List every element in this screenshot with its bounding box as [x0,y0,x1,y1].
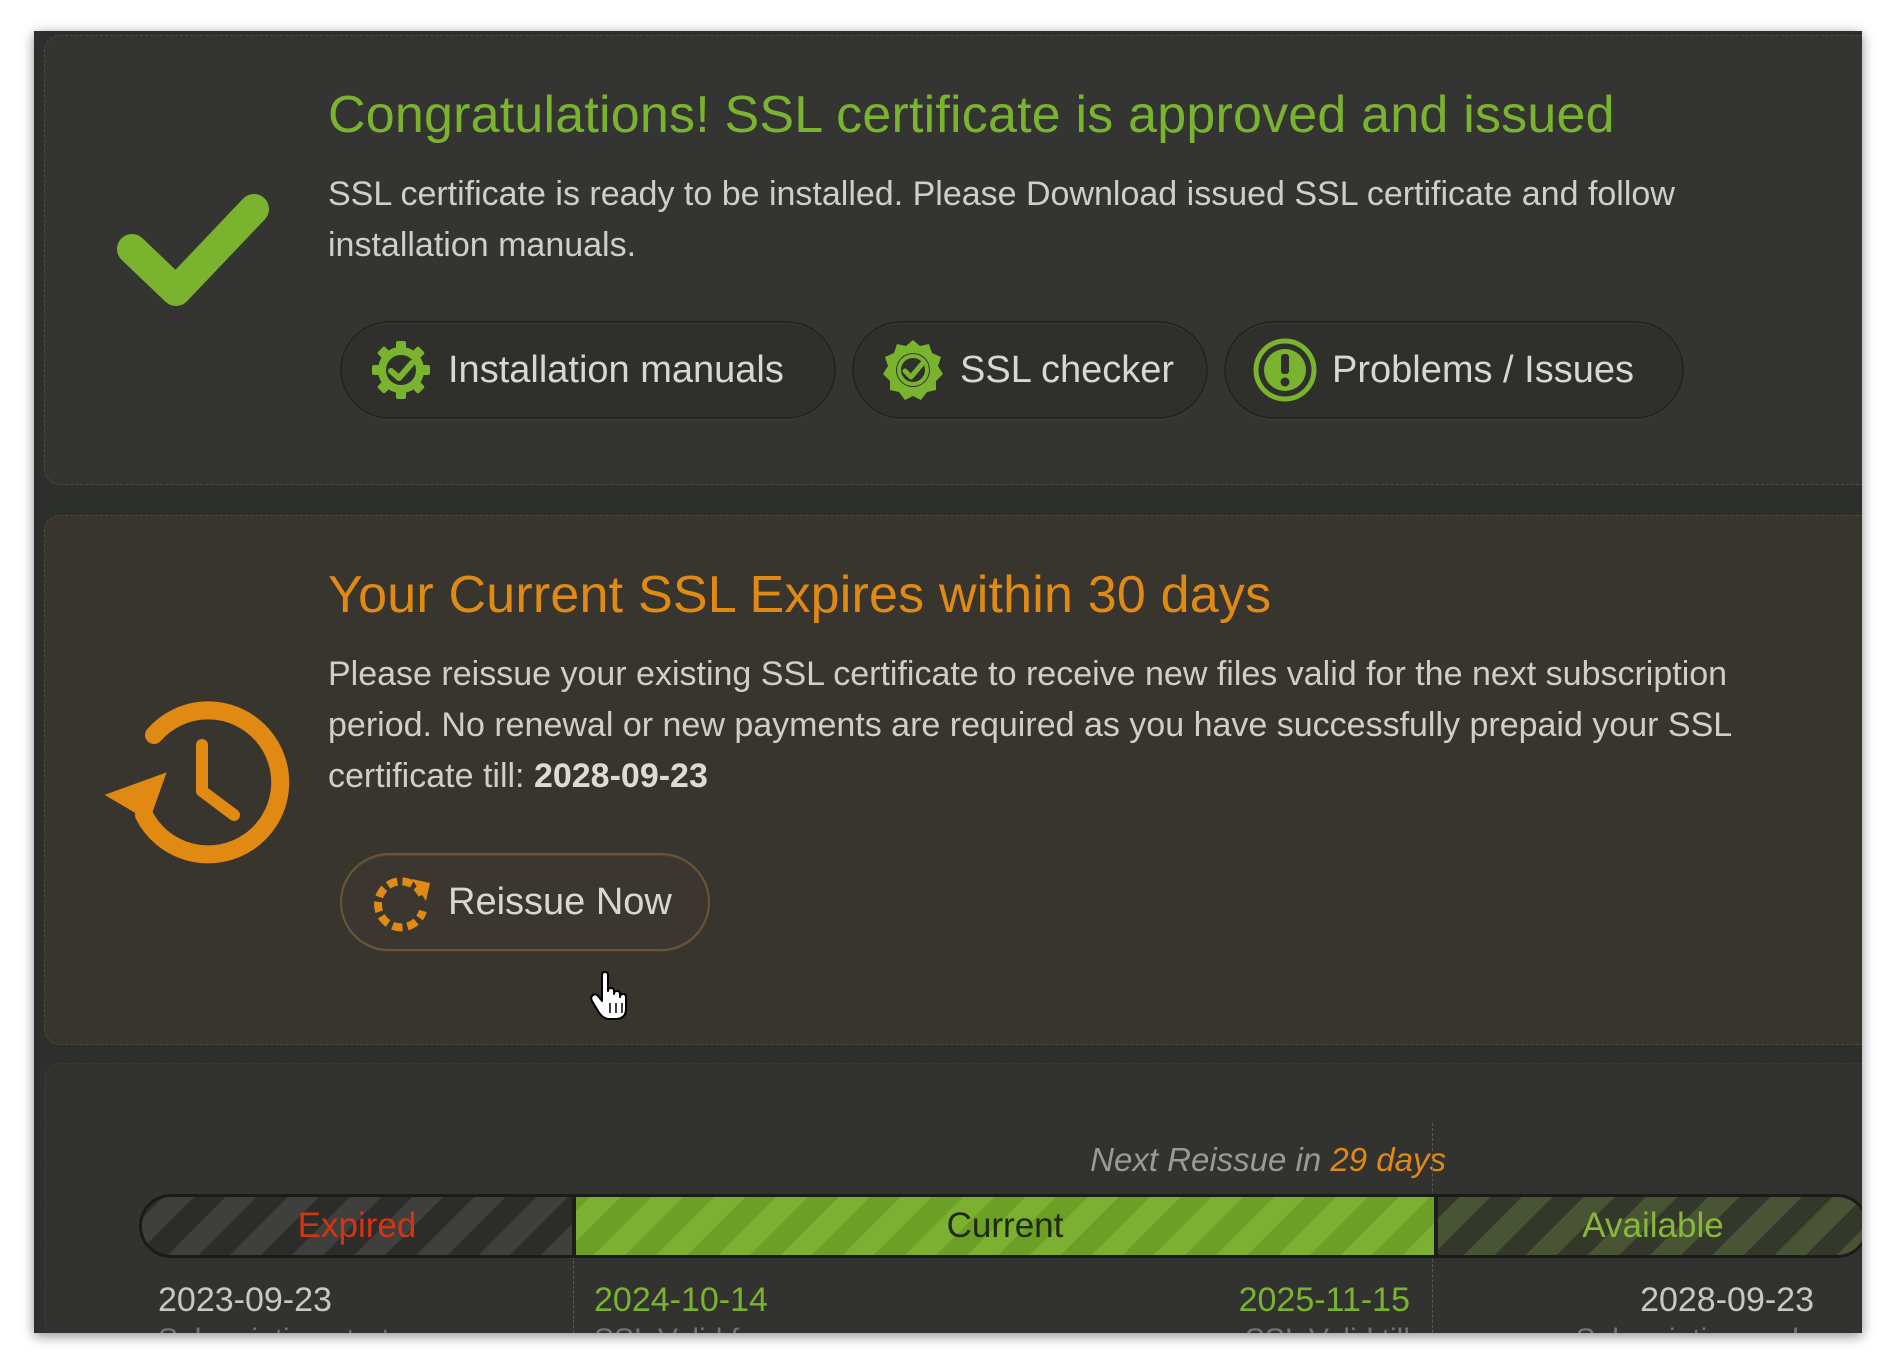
valid-from-label: SSL Valid from [594,1323,791,1333]
ssl-checker-label: SSL checker [960,348,1175,391]
prepaid-date: 2028-09-23 [533,757,708,795]
problems-issues-label: Problems / Issues [1332,348,1634,391]
valid-till-label: SSL Valid till [1245,1323,1410,1333]
current-label: Current [946,1206,1064,1245]
expiry-text: Please reissue your existing SSL certifi… [328,649,1828,802]
ssl-status-window: Congratulations! SSL certificate is appr… [34,31,1862,1333]
expired-label: Expired [297,1206,417,1245]
valid-till-date: 2025-11-15 [1238,1281,1410,1319]
subscription-end-label: Subscription ends [1576,1323,1814,1333]
badge-check-icon [883,340,943,400]
subscription-start-label: Subscription starts [158,1323,405,1333]
next-reissue-prefix: Next Reissue in [1090,1141,1331,1178]
available-label: Available [1582,1206,1724,1245]
divider-current-start [573,1251,574,1333]
gear-icon [372,341,430,399]
history-clock-icon [104,701,290,864]
current-segment: Current [576,1197,1434,1255]
problems-issues-button[interactable]: Problems / Issues [1224,321,1684,419]
next-reissue-days: 29 days [1330,1141,1446,1178]
subscription-start-date: 2023-09-23 [158,1281,332,1319]
refresh-icon [373,877,430,932]
approved-text: SSL certificate is ready to be installed… [328,175,1675,264]
installation-manuals-label: Installation manuals [448,348,784,391]
exclamation-icon [1253,338,1317,402]
hand-cursor-icon [590,971,627,1020]
expired-segment: Expired [142,1197,572,1255]
expiry-title: Your Current SSL Expires within 30 days [328,566,1272,624]
reissue-now-button[interactable]: Reissue Now [340,853,710,951]
available-segment: Available [1438,1197,1862,1255]
ssl-checker-button[interactable]: SSL checker [852,321,1208,419]
installation-manuals-button[interactable]: Installation manuals [340,321,836,419]
subscription-timeline-bar: Expired Current Available [139,1194,1862,1258]
approved-title: Congratulations! SSL certificate is appr… [328,86,1615,144]
subscription-end-date: 2028-09-23 [1640,1281,1814,1319]
valid-from-date: 2024-10-14 [594,1281,768,1319]
next-reissue-label: Next Reissue in 29 days [1090,1141,1446,1179]
reissue-now-label: Reissue Now [448,880,672,923]
checkmark-icon [117,194,269,306]
